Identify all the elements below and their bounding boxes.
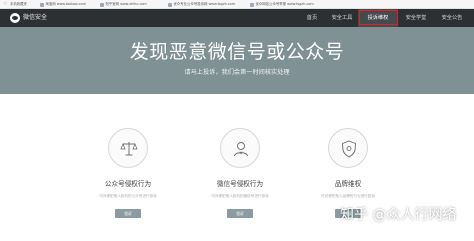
- banner-title: 发现恶意微信号或公众号: [129, 41, 345, 63]
- complaint-card-official-account: 公众号侵权行为 可对侵犯他人权利的公众号进行投诉 投诉: [74, 128, 182, 228]
- logo[interactable]: 微信安全: [10, 13, 47, 23]
- star-icon[interactable]: ☆: [3, 2, 8, 7]
- card-description: 可对侵犯他人权利的微信号进行投诉: [211, 194, 269, 198]
- bookmark-label: 手机收藏夹: [10, 2, 27, 6]
- bookmark-label: 优众专业公众号投诉网 www.tsgzh.com: [173, 2, 236, 6]
- card-icon-circle: [328, 128, 368, 168]
- hero-banner: 发现恶意微信号或公众号 请马上投诉，我们会第一时间核实处理: [0, 27, 474, 94]
- wechat-logo-icon: [10, 13, 20, 23]
- card-title: 品牌维权: [334, 180, 362, 188]
- bookmark-label: 优众网站公众号举报 www.tsgzh.com: [255, 2, 314, 6]
- card-title: 公众号侵权行为: [104, 180, 152, 188]
- nav-home[interactable]: 首页: [300, 9, 324, 27]
- card-title: 微信号侵权行为: [216, 180, 264, 188]
- zhihu-watermark: 知乎 @众人行网络: [340, 207, 457, 223]
- nav-security-school[interactable]: 安全学堂: [399, 9, 433, 27]
- card-icon-circle: [108, 128, 148, 168]
- site-favicon-icon: [168, 2, 172, 7]
- bookmark-item[interactable]: 手机收藏夹: [10, 0, 27, 8]
- annotation-highlight-box: [359, 10, 398, 25]
- bookmark-item[interactable]: 知乎官网 www.zhihu.com: [100, 0, 147, 8]
- card-description: 可对侵犯他人权利的公众号进行投诉: [99, 194, 157, 198]
- bookmark-label: 淘宝网 www.taobao.com: [45, 2, 86, 6]
- card-icon-circle: [220, 128, 260, 168]
- card-description: 可对侵犯他人品牌的行为进行投诉: [321, 194, 375, 198]
- bookmark-item[interactable]: 淘宝网 www.taobao.com: [40, 0, 86, 8]
- bookmarks-bar: ☆ 手机收藏夹 淘宝网 www.taobao.com 知乎官网 www.zhih…: [0, 0, 474, 9]
- logo-text: 微信安全: [23, 14, 48, 21]
- nav-security-notice[interactable]: 安全公告: [434, 9, 470, 27]
- complaint-card-wechat-id: 微信号侵权行为 可对侵犯他人权利的微信号进行投诉 投诉: [186, 128, 294, 228]
- site-favicon-icon: [250, 2, 254, 7]
- bookmark-item[interactable]: 优众网站公众号举报 www.tsgzh.com: [250, 0, 314, 8]
- scales-icon: [120, 142, 138, 156]
- nav-security-tools[interactable]: 安全工具: [326, 9, 358, 27]
- zhihu-favicon-icon: [100, 2, 104, 7]
- person-icon: [234, 142, 248, 157]
- complain-button[interactable]: 投诉: [115, 209, 141, 218]
- shield-icon: [342, 140, 356, 158]
- bookmark-item[interactable]: 优众专业公众号投诉网 www.tsgzh.com: [168, 0, 236, 8]
- banner-subtitle: 请马上投诉，我们会第一时间核实处理: [184, 69, 290, 76]
- bookmark-label: 知乎官网 www.zhihu.com: [105, 2, 147, 6]
- taobao-favicon-icon: [40, 2, 44, 7]
- complain-button[interactable]: 投诉: [227, 209, 253, 218]
